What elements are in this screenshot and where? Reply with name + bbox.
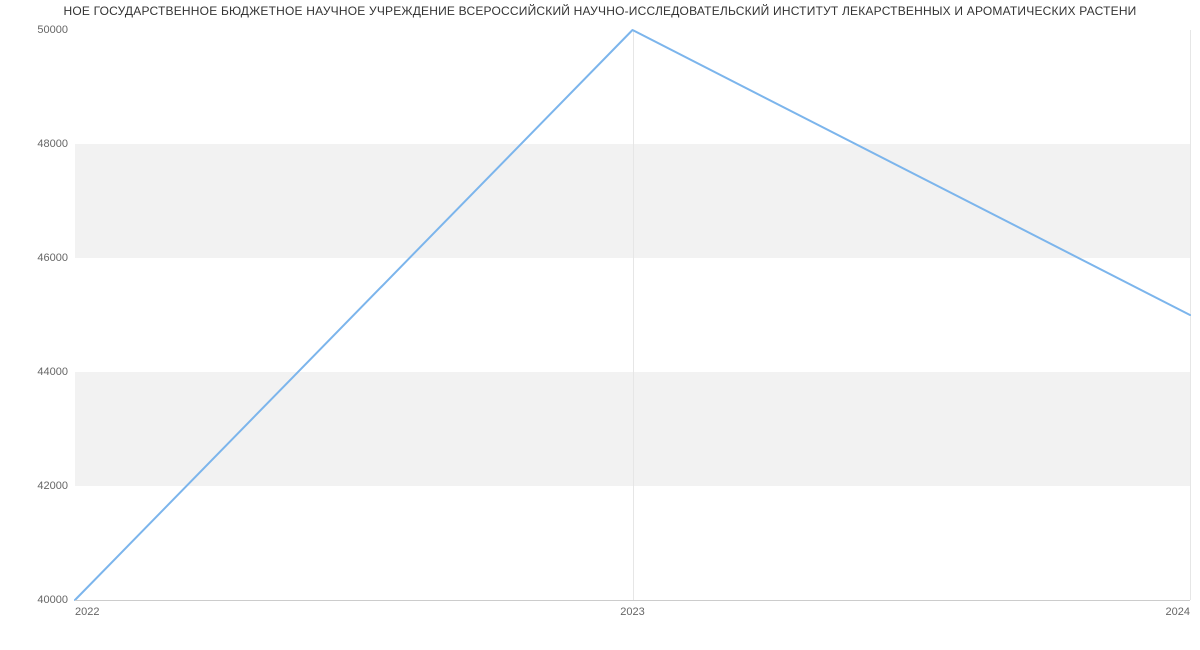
plot-area: 202220232024	[75, 30, 1190, 600]
y-tick-label: 42000	[37, 480, 68, 492]
series-line	[75, 30, 1190, 600]
x-tick-label: 2024	[1166, 606, 1190, 618]
y-tick-label: 48000	[37, 138, 68, 150]
series-svg	[75, 30, 1190, 600]
chart-title: НОЕ ГОСУДАРСТВЕННОЕ БЮДЖЕТНОЕ НАУЧНОЕ УЧ…	[0, 4, 1200, 18]
y-tick-label: 44000	[37, 366, 68, 378]
y-tick-label: 40000	[37, 594, 68, 606]
line-chart: НОЕ ГОСУДАРСТВЕННОЕ БЮДЖЕТНОЕ НАУЧНОЕ УЧ…	[0, 0, 1200, 650]
x-axis-line	[75, 600, 1190, 601]
y-tick-label: 46000	[37, 252, 68, 264]
y-tick-label: 50000	[37, 24, 68, 36]
x-tick-label: 2022	[75, 606, 99, 618]
x-tick-label: 2023	[620, 606, 644, 618]
